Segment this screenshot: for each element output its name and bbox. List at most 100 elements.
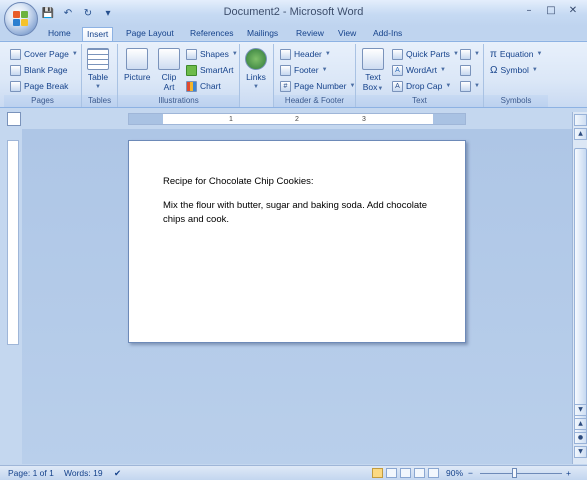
tab-page-layout[interactable]: Page Layout <box>122 27 178 41</box>
group-label-text: Text <box>356 95 483 107</box>
ribbon: Cover Page ▼ Blank Page Page Break Pages … <box>0 41 587 108</box>
view-ruler-icon[interactable] <box>574 114 587 126</box>
header-button[interactable]: Header ▼ <box>280 47 331 61</box>
smartart-icon <box>186 64 197 76</box>
group-text: Text Box▼ Quick Parts ▼ A WordArt ▼ A Drop… <box>356 44 484 107</box>
table-icon <box>87 48 109 70</box>
ruler-left-margin <box>129 114 163 124</box>
cover-page-button[interactable]: Cover Page ▼ <box>10 47 78 61</box>
scroll-up-icon[interactable]: ▲ <box>574 128 587 140</box>
ruler-right-margin <box>433 114 465 124</box>
cover-page-icon <box>10 48 21 60</box>
links-button[interactable]: Links ▼ <box>245 48 267 92</box>
tab-home[interactable]: Home <box>44 27 75 41</box>
outline-view-icon[interactable] <box>414 468 425 478</box>
shapes-button[interactable]: Shapes ▼ <box>186 47 238 61</box>
tab-mailings[interactable]: Mailings <box>243 27 282 41</box>
scroll-thumb[interactable] <box>574 148 587 438</box>
group-symbols: π Equation ▼ Ω Symbol ▼ Symbols <box>484 44 548 107</box>
object-icon <box>460 80 471 92</box>
links-icon <box>245 48 267 70</box>
group-illustrations: Picture Clip Art Shapes ▼ SmartArt Chart … <box>118 44 240 107</box>
shapes-icon <box>186 48 197 60</box>
object-button[interactable]: ▼ <box>460 79 480 93</box>
quick-parts-icon <box>392 48 403 60</box>
zoom-in-button[interactable]: + <box>566 468 571 478</box>
clip-art-button[interactable]: Clip Art <box>158 48 180 92</box>
clip-art-icon <box>158 48 180 70</box>
wordart-button[interactable]: A WordArt ▼ <box>392 63 446 77</box>
page-number-button[interactable]: # Page Number ▼ <box>280 79 355 93</box>
tab-add-ins[interactable]: Add-Ins <box>369 27 406 41</box>
status-bar: Page: 1 of 1 Words: 19 ✔ 90% − + <box>0 465 587 480</box>
pi-icon: π <box>490 48 497 60</box>
draft-view-icon[interactable] <box>428 468 439 478</box>
blank-page-icon <box>10 64 21 76</box>
print-layout-view-icon[interactable] <box>372 468 383 478</box>
drop-cap-icon: A <box>392 80 403 92</box>
tab-review[interactable]: Review <box>292 27 328 41</box>
office-logo-icon <box>13 11 29 27</box>
window-controls: – □ ✕ <box>518 2 584 18</box>
scroll-down-icon[interactable]: ▼ <box>574 404 587 416</box>
page-break-button[interactable]: Page Break <box>10 79 68 93</box>
footer-icon <box>280 64 291 76</box>
next-page-icon[interactable]: ▼ <box>574 446 587 458</box>
tab-references[interactable]: References <box>186 27 237 41</box>
page-break-icon <box>10 80 21 92</box>
vertical-scrollbar[interactable]: ▲ ▼ ▲ ● ▼ <box>572 112 587 464</box>
text-box-button[interactable]: Text Box▼ <box>362 48 384 94</box>
omega-icon: Ω <box>490 64 498 76</box>
web-layout-view-icon[interactable] <box>400 468 411 478</box>
tab-view[interactable]: View <box>334 27 360 41</box>
drop-cap-button[interactable]: A Drop Cap ▼ <box>392 79 451 93</box>
tab-selector-icon[interactable] <box>7 112 21 126</box>
group-links: Links ▼ <box>240 44 274 107</box>
group-label-pages: Pages <box>4 95 81 107</box>
zoom-slider-track[interactable] <box>480 473 562 474</box>
document-paragraph[interactable]: Mix the flour with butter, sugar and bak… <box>163 199 443 227</box>
office-button[interactable] <box>4 2 38 36</box>
group-label-tables: Tables <box>82 95 117 107</box>
picture-button[interactable]: Picture <box>124 48 150 82</box>
word-count-status[interactable]: Words: 19 <box>64 468 103 478</box>
zoom-out-button[interactable]: − <box>468 468 473 478</box>
document-heading-line[interactable]: Recipe for Chocolate Chip Cookies: <box>163 176 314 187</box>
blank-page-button[interactable]: Blank Page <box>10 63 67 77</box>
page-count-status[interactable]: Page: 1 of 1 <box>8 468 54 478</box>
symbol-button[interactable]: Ω Symbol ▼ <box>490 63 538 77</box>
horizontal-ruler[interactable]: 1 2 3 <box>128 113 466 125</box>
equation-button[interactable]: π Equation ▼ <box>490 47 542 61</box>
ruler-tick-2: 2 <box>295 116 299 123</box>
date-time-icon <box>460 64 471 76</box>
tab-insert[interactable]: Insert <box>82 27 114 42</box>
signature-line-button[interactable]: ▼ <box>460 47 480 61</box>
zoom-slider-thumb[interactable] <box>512 468 517 478</box>
signature-line-icon <box>460 48 471 60</box>
previous-page-icon[interactable]: ▲ <box>574 418 587 430</box>
footer-button[interactable]: Footer ▼ <box>280 63 328 77</box>
table-button[interactable]: Table ▼ <box>87 48 109 92</box>
window-title: Document2 - Microsoft Word <box>223 6 364 18</box>
picture-icon <box>126 48 149 70</box>
vertical-ruler[interactable] <box>7 140 19 345</box>
chart-icon <box>186 80 197 92</box>
group-header-footer: Header ▼ Footer ▼ # Page Number ▼ Header & … <box>274 44 356 107</box>
chart-button[interactable]: Chart <box>186 79 221 93</box>
group-tables: Table ▼ Tables <box>82 44 118 107</box>
select-browse-object-icon[interactable]: ● <box>574 432 587 444</box>
text-box-icon <box>362 48 384 70</box>
quick-parts-button[interactable]: Quick Parts ▼ <box>392 47 459 61</box>
minimize-button[interactable]: – <box>518 2 540 18</box>
group-label-illustrations: Illustrations <box>118 95 239 107</box>
close-button[interactable]: ✕ <box>562 2 584 18</box>
maximize-button[interactable]: □ <box>540 2 562 18</box>
date-time-button[interactable] <box>460 63 471 77</box>
header-icon <box>280 48 291 60</box>
page-number-icon: # <box>280 80 291 92</box>
zoom-level[interactable]: 90% <box>446 468 463 478</box>
document-page[interactable]: Recipe for Chocolate Chip Cookies: Mix t… <box>128 140 466 343</box>
full-screen-reading-view-icon[interactable] <box>386 468 397 478</box>
proofing-icon[interactable]: ✔ <box>114 468 121 479</box>
smartart-button[interactable]: SmartArt <box>186 63 234 77</box>
